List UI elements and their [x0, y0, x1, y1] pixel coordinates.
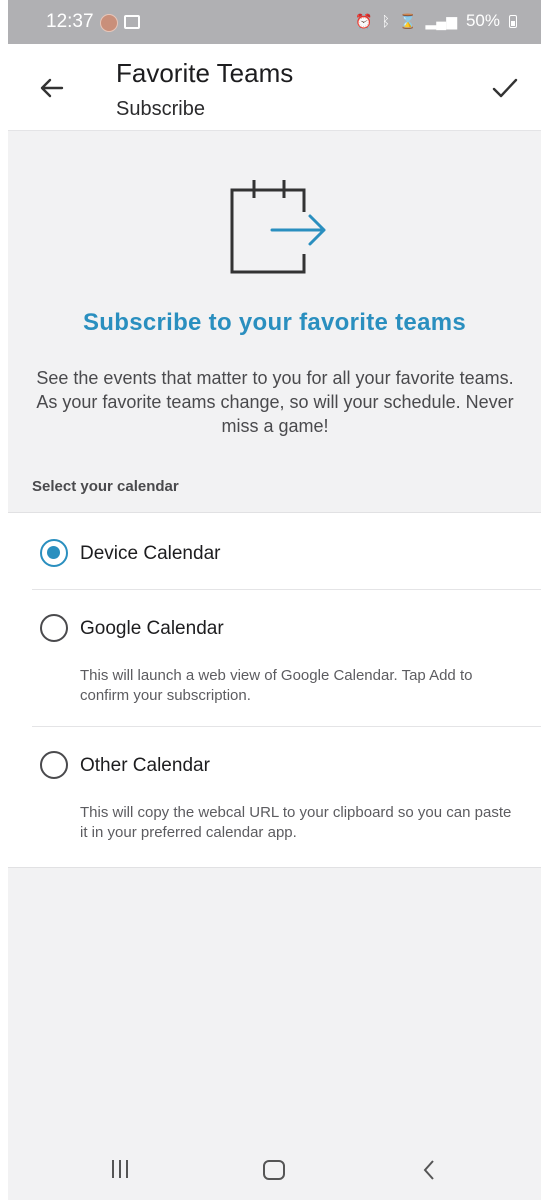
page-title: Favorite Teams [116, 58, 294, 88]
checkmark-icon [492, 78, 518, 98]
calendar-export-icon [230, 180, 326, 274]
option-other-calendar[interactable]: Other Calendar This will copy the webcal… [8, 727, 541, 867]
radio-device-calendar[interactable] [40, 539, 68, 567]
page-subtitle: Subscribe [116, 98, 205, 120]
option-label: Other Calendar [80, 755, 210, 776]
status-system-icons: ⏰ ᛒ ⌛ ▂▄▆ 50% [355, 11, 517, 31]
option-description: This will copy the webcal URL to your cl… [80, 804, 512, 841]
calendar-options: Device Calendar Google Calendar This wil… [8, 512, 541, 868]
app-screen: 12:37 ⏰ ᛒ ⌛ ▂▄▆ 50% Favorite Teams Subsc… [8, 0, 541, 1200]
status-notification-icons [100, 14, 140, 32]
status-bar: 12:37 ⏰ ᛒ ⌛ ▂▄▆ 50% [8, 0, 541, 44]
system-nav-bar [8, 1136, 541, 1200]
radio-other-calendar[interactable] [40, 751, 68, 779]
arrow-left-icon [40, 78, 64, 98]
home-button[interactable] [263, 1160, 285, 1180]
contact-avatar-icon [100, 14, 118, 32]
hourglass-icon: ⌛ [399, 12, 417, 29]
option-label: Device Calendar [80, 543, 221, 564]
radio-google-calendar[interactable] [40, 614, 68, 642]
hero-title: Subscribe to your favorite teams [82, 309, 467, 336]
option-google-calendar[interactable]: Google Calendar This will launch a web v… [8, 590, 541, 726]
system-back-button[interactable] [418, 1158, 442, 1182]
chevron-left-icon [423, 1160, 434, 1180]
battery-percent: 50% [465, 11, 500, 30]
confirm-button[interactable] [487, 70, 523, 106]
option-label: Google Calendar [80, 618, 224, 639]
recents-button[interactable] [112, 1160, 128, 1178]
status-time: 12:37 [46, 11, 94, 32]
hero-description: See the events that matter to you for al… [36, 368, 514, 436]
battery-icon [509, 14, 517, 28]
gallery-icon [124, 15, 140, 29]
alarm-icon: ⏰ [355, 12, 373, 29]
app-header: Favorite Teams Subscribe [8, 44, 541, 131]
recents-icon [112, 1160, 114, 1178]
option-description: This will launch a web view of Google Ca… [80, 667, 473, 704]
option-device-calendar[interactable]: Device Calendar [8, 513, 541, 589]
bluetooth-icon: ᛒ [381, 13, 391, 29]
back-button[interactable] [34, 70, 70, 106]
signal-icon: ▂▄▆ [425, 12, 457, 29]
calendar-section-label: Select your calendar [32, 478, 179, 495]
